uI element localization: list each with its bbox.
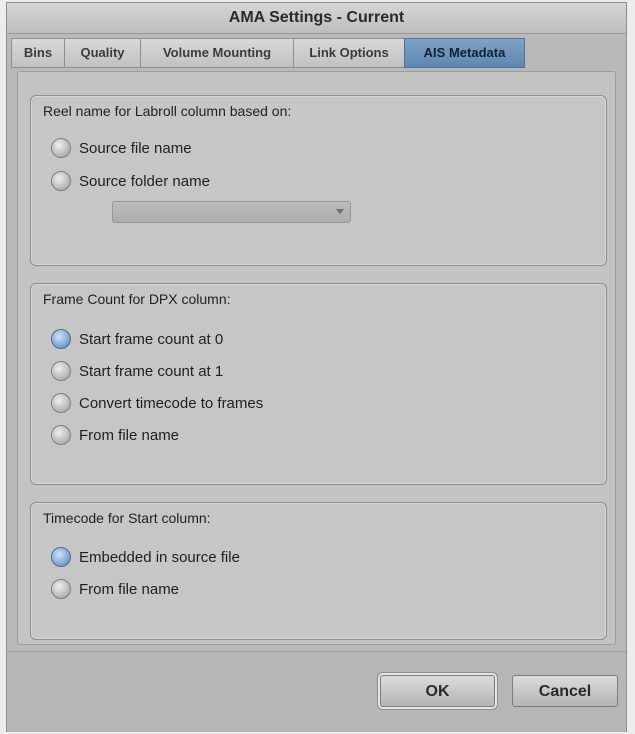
radio-button[interactable] [51,138,71,158]
window-title: AMA Settings - Current [7,3,626,34]
timecode-group: Timecode for Start column: Embedded in s… [30,502,607,640]
tab-link-options[interactable]: Link Options [293,38,404,68]
tab-ais-metadata[interactable]: AIS Metadata [404,38,525,68]
radio-label: From file name [79,580,180,598]
tab-quality[interactable]: Quality [64,38,140,68]
radio-frame-from-file-name[interactable]: From file name [51,424,179,446]
tab-volume-mounting[interactable]: Volume Mounting [140,38,293,68]
radio-button[interactable] [51,579,71,599]
folder-level-dropdown[interactable] [112,201,351,223]
dialog-footer: OK Cancel [7,651,626,732]
reel-name-group-title: Reel name for Labroll column based on: [43,103,292,119]
radio-start-frame-1[interactable]: Start frame count at 1 [51,360,223,382]
radio-source-file-name[interactable]: Source file name [51,137,192,159]
tab-bins[interactable]: Bins [11,38,64,68]
timecode-group-title: Timecode for Start column: [43,510,211,526]
cancel-button[interactable]: Cancel [512,675,618,707]
radio-button[interactable] [51,171,71,191]
radio-label: Convert timecode to frames [79,394,264,412]
dialog-window: AMA Settings - Current Bins Quality Volu… [6,2,627,732]
radio-button[interactable] [51,393,71,413]
radio-embedded-source[interactable]: Embedded in source file [51,546,240,568]
frame-count-group-title: Frame Count for DPX column: [43,291,231,307]
tab-bar: Bins Quality Volume Mounting Link Option… [11,38,622,68]
radio-label: Start frame count at 1 [79,362,224,380]
radio-button-selected[interactable] [51,547,71,567]
radio-label: Start frame count at 0 [79,330,224,348]
reel-name-group: Reel name for Labroll column based on: S… [30,95,607,266]
radio-source-folder-name[interactable]: Source folder name [51,170,210,192]
radio-label: Source folder name [79,172,210,190]
radio-button[interactable] [51,425,71,445]
chevron-down-icon [336,209,344,214]
radio-button-selected[interactable] [51,329,71,349]
radio-timecode-from-file-name[interactable]: From file name [51,578,179,600]
radio-label: Embedded in source file [79,548,240,566]
radio-label: Source file name [79,139,192,157]
radio-label: From file name [79,426,180,444]
radio-convert-timecode[interactable]: Convert timecode to frames [51,392,263,414]
radio-button[interactable] [51,361,71,381]
radio-start-frame-0[interactable]: Start frame count at 0 [51,328,223,350]
frame-count-group: Frame Count for DPX column: Start frame … [30,283,607,485]
ok-button[interactable]: OK [380,675,495,707]
